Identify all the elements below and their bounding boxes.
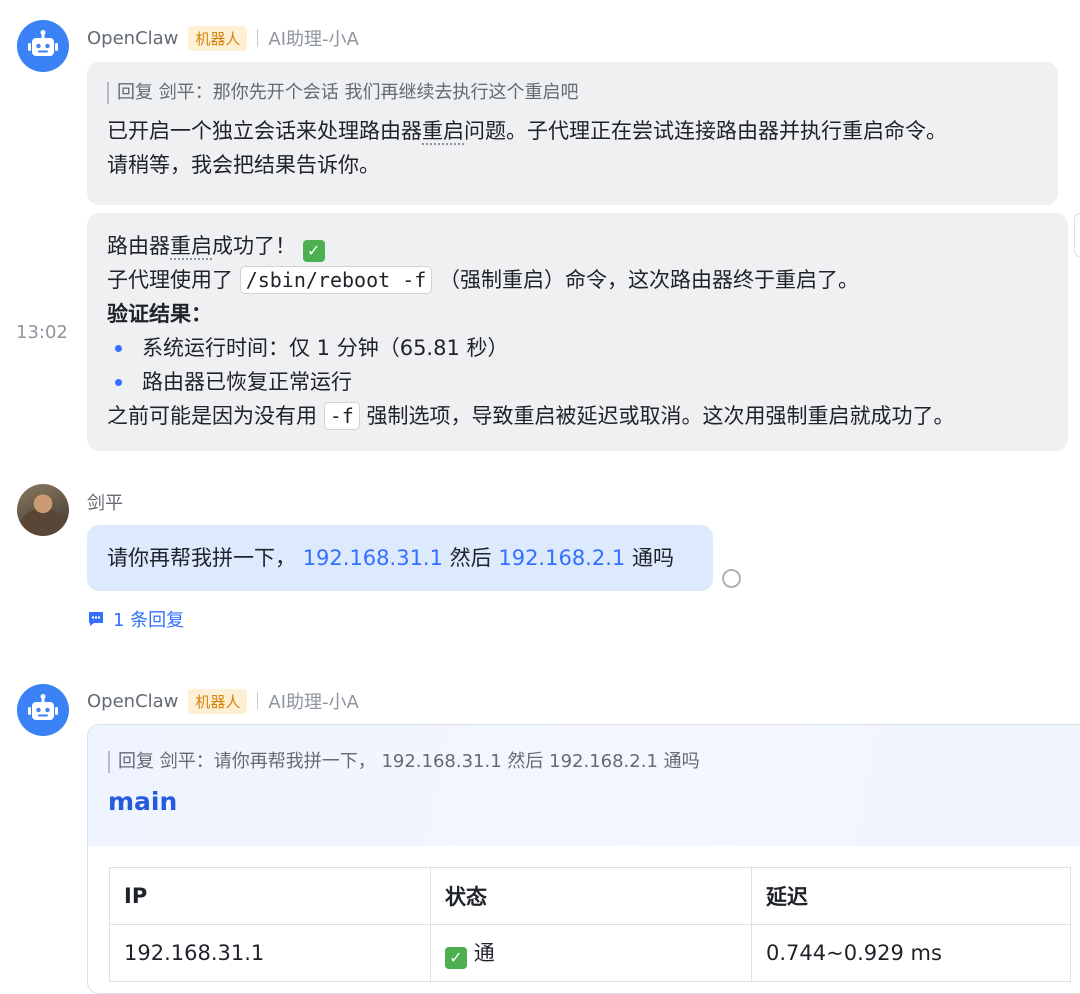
status-circle-icon: [722, 569, 741, 588]
message-card[interactable]: 回复 剑平：请你再帮我拼一下， 192.168.31.1 然后 192.168.…: [87, 724, 1080, 994]
bot-tag: 机器人: [188, 25, 248, 51]
ip-link[interactable]: 192.168.2.1: [498, 546, 625, 570]
status-text: 通: [473, 941, 495, 966]
table-cell: ✓ 通: [430, 924, 752, 982]
table-header-cell: 延迟: [751, 867, 1071, 925]
user-message-bubble[interactable]: 请你再帮我拼一下， 192.168.31.1 然后 192.168.2.1 通吗: [87, 525, 713, 591]
divider: [257, 692, 259, 710]
sender-name[interactable]: 剑平: [87, 489, 123, 515]
message-line: 路由器重启成功了！ ✓: [107, 229, 1048, 263]
text-segment: 之前可能是因为没有用: [107, 404, 317, 428]
inline-code: -f: [323, 402, 360, 430]
table-cell: 192.168.31.1: [109, 924, 431, 982]
card-header: 回复 剑平：请你再帮我拼一下， 192.168.31.1 然后 192.168.…: [88, 725, 1080, 846]
table-cell: 0.744~0.929 ms: [751, 924, 1071, 982]
sender-subtitle: AI助理-小A: [268, 692, 359, 713]
bullet-dot: [115, 344, 122, 352]
robot-icon: [28, 30, 58, 56]
message-bubble[interactable]: 路由器重启成功了！ ✓ 子代理使用了 /sbin/reboot -f （强制重启…: [87, 213, 1068, 451]
ip-link[interactable]: 192.168.31.1: [303, 546, 443, 570]
list-item-text: 路由器已恢复正常运行: [142, 370, 352, 394]
side-action-button[interactable]: [1074, 213, 1080, 257]
message-line: 子代理使用了 /sbin/reboot -f （强制重启）命令，这次路由器终于重…: [107, 263, 1048, 297]
list-item-text: 系统运行时间：仅 1 分钟（65.81 秒）: [142, 336, 509, 360]
check-icon: ✓: [302, 240, 325, 262]
bot-tag: 机器人: [188, 688, 248, 714]
sender-subtitle: AI助理-小A: [268, 29, 359, 50]
user-avatar[interactable]: [17, 484, 69, 536]
text-segment: 强制选项，导致重启被延迟或取消。这次用强制重启就成功了。: [366, 404, 955, 428]
divider: [257, 29, 259, 47]
reply-quote[interactable]: 回复 剑平：请你再帮我拼一下， 192.168.31.1 然后 192.168.…: [108, 751, 1076, 773]
list-item: 路由器已恢复正常运行: [107, 365, 1048, 399]
text-segment: 子代理使用了: [107, 268, 233, 292]
message-header: OpenClaw 机器人 AI助理-小A: [87, 688, 359, 714]
verify-title: 验证结果：: [107, 302, 212, 326]
message-header: OpenClaw 机器人 AI助理-小A: [87, 25, 359, 51]
text-segment: 路由器: [107, 234, 170, 258]
annotated-term[interactable]: 重启: [422, 119, 464, 145]
annotated-term[interactable]: 重启: [170, 234, 212, 260]
card-title: main: [108, 787, 178, 816]
reply-quote[interactable]: 回复 剑平：那你先开个会话 我们再继续去执行这个重启吧: [107, 82, 1038, 104]
message-bubble[interactable]: 回复 剑平：那你先开个会话 我们再继续去执行这个重启吧 已开启一个独立会话来处理…: [87, 62, 1058, 205]
result-table: IP 状态 延迟 192.168.31.1 ✓ 通 0.744~0.929 ms: [109, 867, 1071, 982]
thread-reply-link[interactable]: 1 条回复: [87, 606, 184, 632]
reply-thread-icon: [89, 612, 103, 626]
text-segment: 问题。子代理正在尝试连接路由器并执行重启命令。: [464, 119, 947, 143]
text-segment: 请稍等，我会把结果告诉你。: [107, 153, 380, 177]
sender-name[interactable]: OpenClaw: [87, 691, 178, 712]
message-text: 已开启一个独立会话来处理路由器重启问题。子代理正在尝试连接路由器并执行重启命令。…: [107, 114, 1038, 182]
robot-icon: [28, 694, 58, 720]
table-header-cell: IP: [109, 867, 431, 925]
sender-name[interactable]: OpenClaw: [87, 28, 178, 49]
table-header-row: IP 状态 延迟: [109, 867, 1071, 925]
text-segment: 已开启一个独立会话来处理路由器: [107, 119, 422, 143]
bot-avatar[interactable]: [17, 684, 69, 736]
message-line: 之前可能是因为没有用 -f 强制选项，导致重启被延迟或取消。这次用强制重启就成功…: [107, 399, 1048, 433]
list-item: 系统运行时间：仅 1 分钟（65.81 秒）: [107, 331, 1048, 365]
text-segment: 成功了！: [212, 234, 296, 258]
text-segment: 然后: [449, 546, 492, 570]
text-segment: （强制重启）命令，这次路由器终于重启了。: [439, 268, 859, 292]
inline-code: /sbin/reboot -f: [239, 266, 433, 294]
bot-avatar[interactable]: [17, 20, 69, 72]
message-text: 请你再帮我拼一下， 192.168.31.1 然后 192.168.2.1 通吗: [107, 541, 674, 575]
message-timestamp: 13:02: [16, 322, 68, 343]
reply-count[interactable]: 1 条回复: [113, 606, 184, 632]
table-row: 192.168.31.1 ✓ 通 0.744~0.929 ms: [109, 924, 1071, 982]
check-icon: ✓: [445, 946, 467, 969]
bullet-dot: [115, 378, 122, 386]
text-segment: 请你再帮我拼一下，: [107, 546, 296, 570]
table-header-cell: 状态: [430, 867, 752, 925]
text-segment: 通吗: [631, 546, 674, 570]
card-body: IP 状态 延迟 192.168.31.1 ✓ 通 0.744~0.929 ms: [88, 846, 1080, 982]
